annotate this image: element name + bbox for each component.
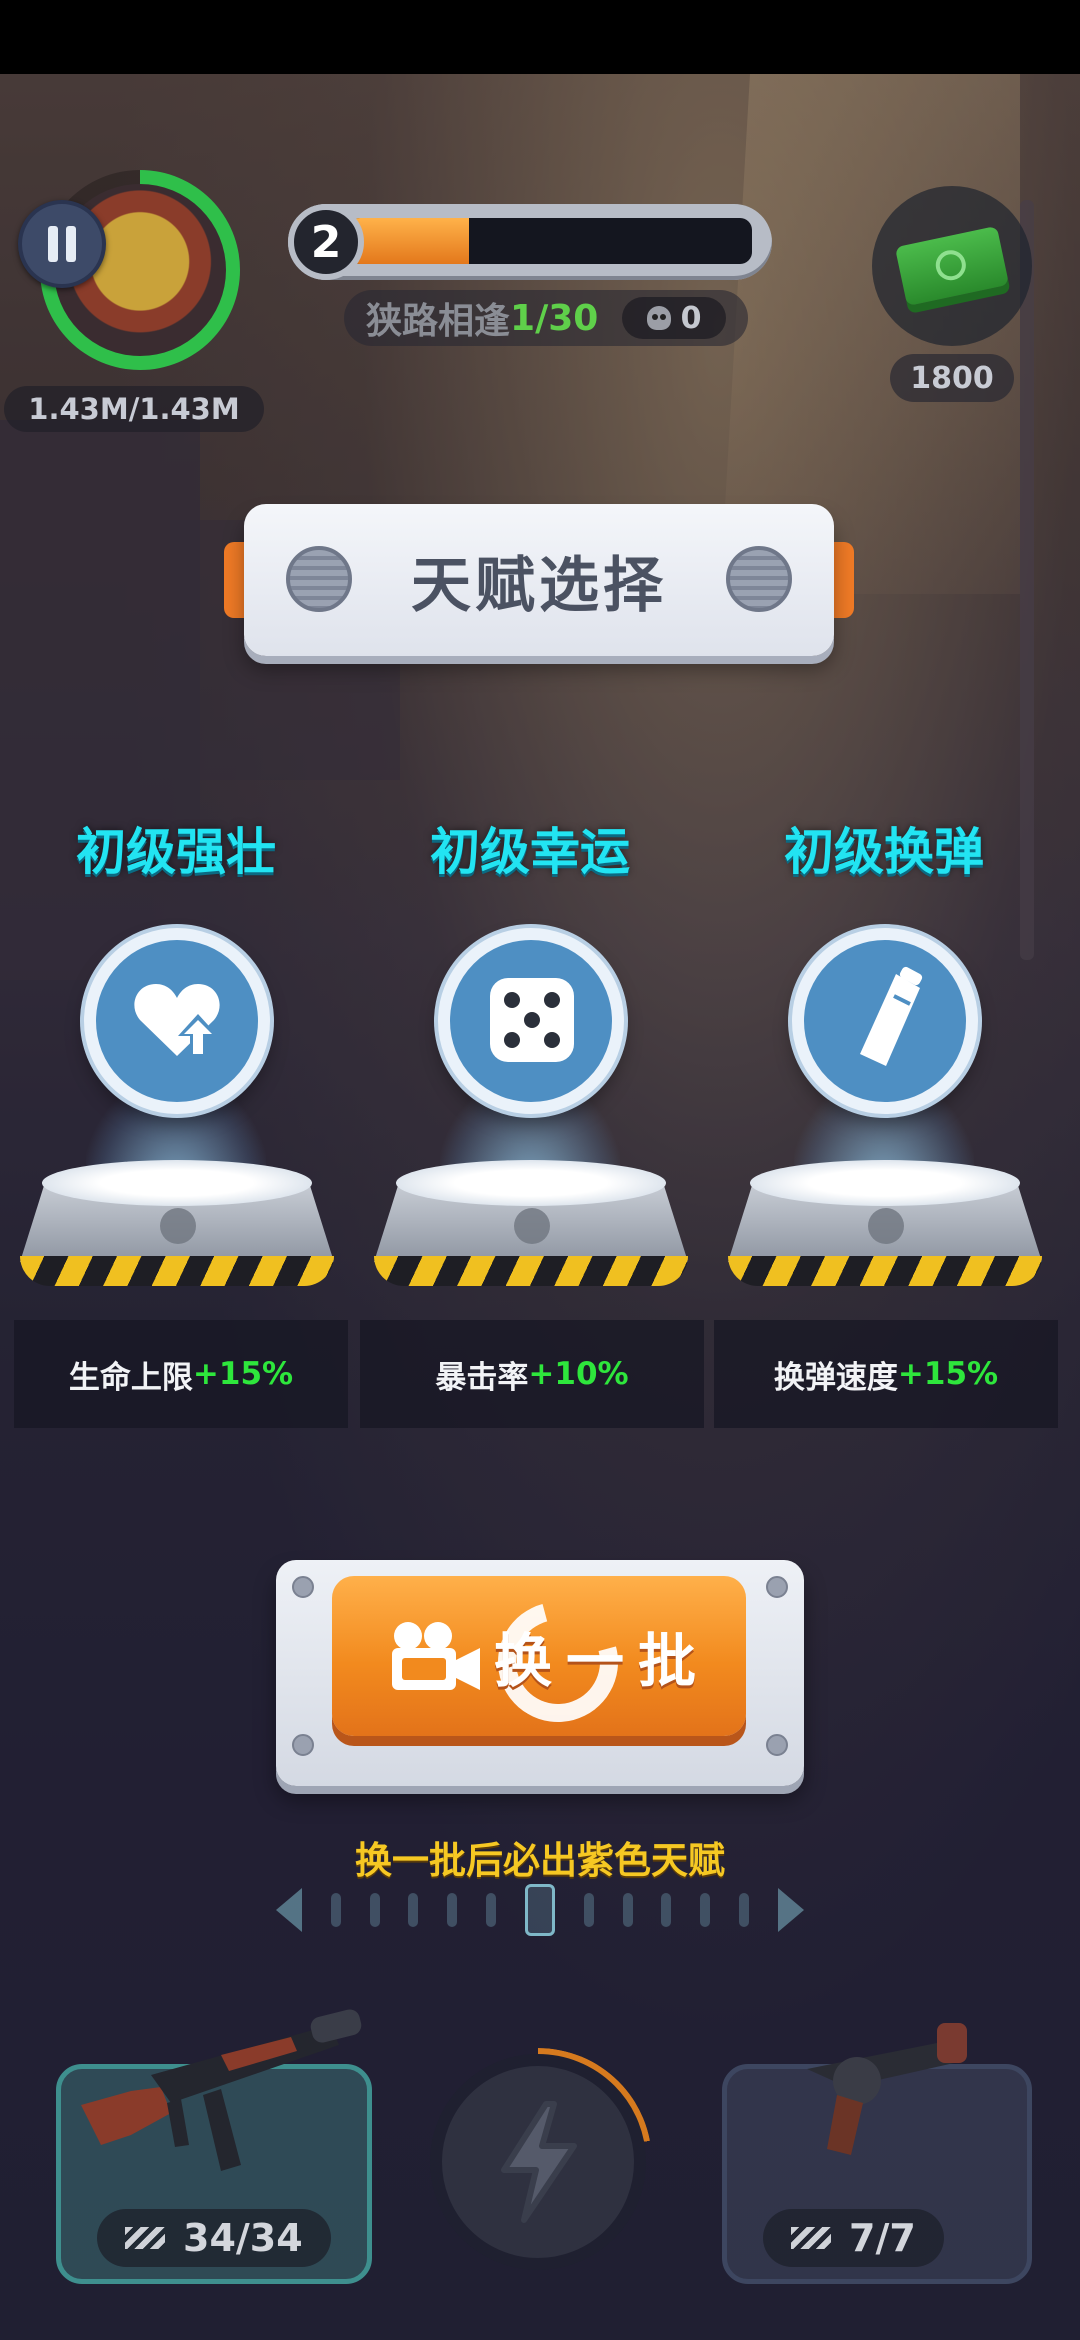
screw xyxy=(292,1734,314,1756)
pager-indicator xyxy=(276,1880,804,1940)
revolver-icon xyxy=(807,2023,967,2155)
talent-card-reload[interactable] xyxy=(792,928,978,1114)
mission-info: 狭路相逢 1/30 0 xyxy=(344,290,748,346)
secondary-ammo: 7/7 xyxy=(763,2209,944,2267)
ammo-icon xyxy=(791,2227,831,2249)
talent-stat-panel: 换弹速度 +15% xyxy=(714,1320,1058,1428)
mission-progress: 1/30 xyxy=(510,297,599,339)
talent-name: 初级换弹 xyxy=(784,823,984,881)
pager-tick xyxy=(486,1893,497,1927)
pager-tick xyxy=(330,1893,341,1927)
pager-tick xyxy=(447,1893,458,1927)
kill-counter: 0 xyxy=(622,297,726,339)
screw xyxy=(766,1734,788,1756)
talent-stat-value: +15% xyxy=(897,1356,999,1392)
talent-pedestal xyxy=(20,1160,334,1290)
video-ad-icon xyxy=(392,1622,480,1690)
ammo-icon xyxy=(125,2227,165,2249)
cash-shop-button[interactable] xyxy=(872,186,1032,346)
skull-icon xyxy=(646,306,671,330)
level-track xyxy=(348,218,752,264)
pause-button[interactable] xyxy=(18,200,106,288)
player-hp-text: 1.43M/1.43M xyxy=(4,386,264,432)
refresh-talents-button[interactable]: 换一批 xyxy=(332,1576,746,1744)
pager-tick-active xyxy=(524,1884,555,1936)
talent-pedestal xyxy=(728,1160,1042,1290)
magazine-icon xyxy=(860,966,923,1066)
talent-stat-value: +10% xyxy=(528,1356,629,1392)
level-progress-fill xyxy=(348,218,470,264)
refresh-hint: 换一批后必出紫色天赋 xyxy=(355,1839,725,1882)
talent-stat-panel: 暴击率 +10% xyxy=(360,1320,704,1428)
kill-count: 0 xyxy=(680,300,702,336)
skill-button[interactable] xyxy=(430,2054,646,2270)
lightning-icon xyxy=(501,2101,577,2223)
screw xyxy=(292,1576,314,1598)
level-badge: 2 xyxy=(288,204,364,280)
pager-tick xyxy=(661,1893,672,1927)
talent-stat-panel: 生命上限 +15% xyxy=(14,1320,348,1428)
pager-tick xyxy=(583,1893,594,1927)
dialog-title: 天赋选择 xyxy=(411,550,667,621)
talent-name: 初级幸运 xyxy=(430,823,630,881)
pager-tick xyxy=(622,1893,633,1927)
pager-tick xyxy=(700,1893,711,1927)
rifle-icon xyxy=(81,2009,362,2171)
level-progress-bar: 2 xyxy=(288,204,772,280)
dialog-title-plate: 天赋选择 xyxy=(244,504,834,656)
cash-amount: 1800 xyxy=(890,354,1014,402)
secondary-weapon-slot[interactable]: 7/7 xyxy=(722,2023,1032,2284)
talent-name: 初级强壮 xyxy=(76,823,276,881)
refresh-button-label: 换一批 xyxy=(493,1627,710,1695)
game-screen: 1.43M/1.43M 2 狭路相逢 1/30 0 1800 天赋选择 初级强壮 xyxy=(0,0,1080,2340)
talent-card-lucky[interactable] xyxy=(438,928,624,1114)
pager-left-arrow-icon xyxy=(276,1888,302,1932)
pager-tick xyxy=(408,1893,419,1927)
refresh-plate: 换一批 xyxy=(276,1560,804,1786)
pager-tick xyxy=(739,1893,750,1927)
talent-stat-label: 换弹速度 xyxy=(773,1359,898,1396)
pager-tick xyxy=(369,1893,380,1927)
mission-name: 狭路相逢 xyxy=(366,301,511,342)
talent-stat-label: 生命上限 xyxy=(68,1359,193,1396)
heart-up-icon xyxy=(134,984,220,1058)
dice-icon xyxy=(490,978,574,1062)
screw xyxy=(766,1576,788,1598)
cash-icon xyxy=(894,225,1010,307)
secondary-ammo-count: 7/7 xyxy=(849,2216,916,2260)
talent-stat-value: +15% xyxy=(192,1356,294,1392)
primary-ammo-count: 34/34 xyxy=(183,2216,303,2260)
talent-card-strong[interactable] xyxy=(84,928,270,1114)
talent-pedestal xyxy=(374,1160,688,1290)
pager-right-arrow-icon xyxy=(777,1888,804,1932)
status-bar xyxy=(0,0,1080,74)
primary-weapon-slot[interactable]: 34/34 xyxy=(56,2009,372,2284)
primary-ammo: 34/34 xyxy=(97,2209,331,2267)
talent-stat-label: 暴击率 xyxy=(435,1359,529,1396)
